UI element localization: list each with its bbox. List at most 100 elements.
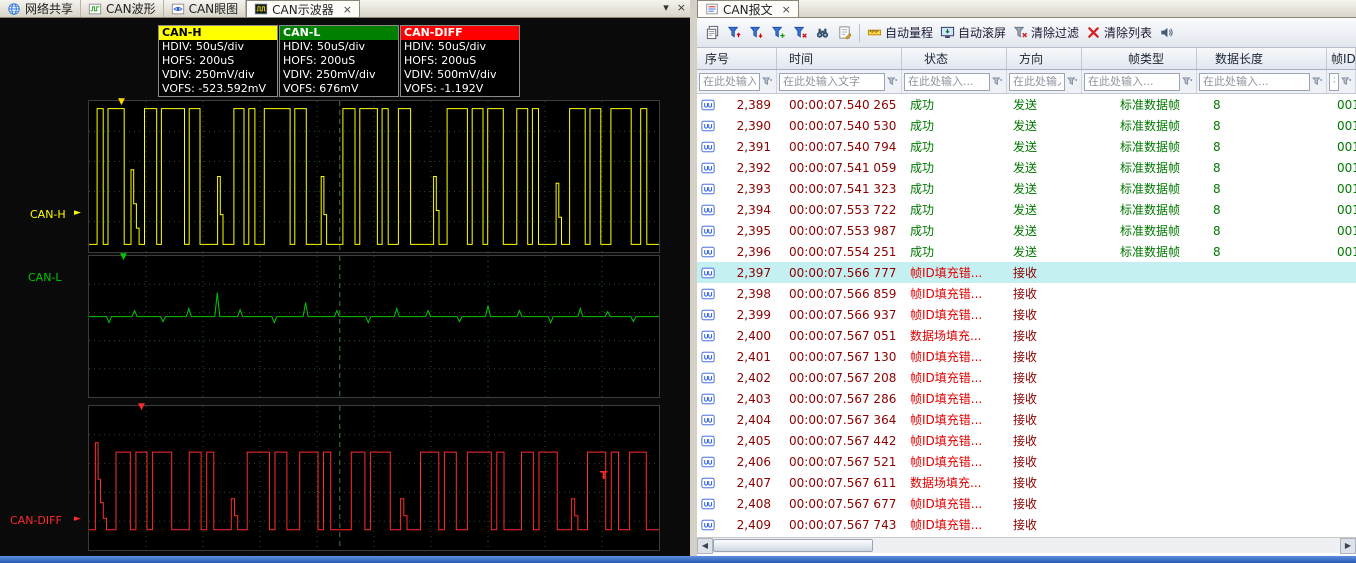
trigger-level-marker[interactable]: T (600, 470, 608, 481)
column-header-id[interactable]: 帧ID (1327, 48, 1356, 69)
cell-seq: 2,400 (697, 325, 777, 346)
table-row[interactable]: 2,39200:00:07.541 059成功发送标准数据帧8001 1 (697, 157, 1356, 178)
column-header-time[interactable]: 时间 (777, 48, 902, 69)
horizontal-scrollbar[interactable]: ◀ ▶ (697, 537, 1356, 553)
cell-frame-id (1327, 262, 1356, 283)
column-header-status[interactable]: 状态 (902, 48, 1007, 69)
scrollbar-track[interactable] (713, 538, 1340, 554)
table-row[interactable]: 2,40700:00:07.567 611数据场填充...接收 (697, 472, 1356, 493)
sound-button[interactable] (1159, 25, 1174, 40)
tab-can-messages[interactable]: CAN报文 × (697, 0, 799, 17)
filter-input-seq[interactable] (699, 73, 760, 91)
filter-input-dir[interactable] (1009, 73, 1065, 91)
pane-close-icon[interactable]: × (677, 1, 686, 14)
table-row[interactable]: 2,40900:00:07.567 743帧ID填充错...接收 (697, 514, 1356, 535)
column-header-type[interactable]: 帧类型 (1082, 48, 1197, 69)
table-row[interactable]: 2,39800:00:07.566 859帧ID填充错...接收 (697, 283, 1356, 304)
table-row[interactable]: 2,40600:00:07.567 521帧ID填充错...接收 (697, 451, 1356, 472)
table-row[interactable]: 2,40300:00:07.567 286帧ID填充错...接收 (697, 388, 1356, 409)
cell-time: 00:00:07.554 251 (777, 241, 902, 262)
auto-scroll-button[interactable]: 自动滚屏 (940, 24, 1006, 41)
copy-button[interactable] (705, 25, 720, 40)
tab-can-eye[interactable]: CAN眼图 (164, 0, 247, 17)
column-header-dir[interactable]: 方向 (1007, 48, 1082, 69)
column-header-seq[interactable]: 序号 (697, 48, 777, 69)
filter-funnel-icon[interactable] (1340, 75, 1353, 88)
cell-seq: 2,394 (697, 199, 777, 220)
cell-data-length (1197, 262, 1327, 283)
tab-close-icon[interactable]: × (782, 3, 791, 16)
cell-time: 00:00:07.553 987 (777, 220, 902, 241)
column-header-len[interactable]: 数据长度 (1197, 48, 1327, 69)
filter-input-time[interactable] (779, 73, 885, 91)
note-button[interactable] (837, 25, 852, 40)
channel-setting: VOFS: -1.192V (401, 82, 519, 96)
filter-up-button[interactable] (727, 25, 742, 40)
cell-time: 00:00:07.567 677 (777, 493, 902, 514)
channel-setting: HOFS: 200uS (280, 54, 398, 68)
filter-funnel-icon[interactable] (761, 75, 774, 88)
table-row[interactable]: 2,39100:00:07.540 794成功发送标准数据帧8001 1 (697, 136, 1356, 157)
filter-funnel-icon[interactable] (886, 75, 899, 88)
cell-status: 帧ID填充错... (902, 304, 1007, 325)
device-icon (701, 287, 715, 301)
filter-funnel-icon[interactable] (991, 75, 1004, 88)
cell-status: 成功 (902, 115, 1007, 136)
cell-data-length: 8 (1197, 94, 1327, 115)
scroll-right-button[interactable]: ▶ (1340, 538, 1356, 554)
tab-can-waveform[interactable]: CAN波形 (81, 0, 164, 17)
table-row[interactable]: 2,38900:00:07.540 265成功发送标准数据帧8001 1 (697, 94, 1356, 115)
channel-setting: HOFS: 200uS (401, 54, 519, 68)
table-row[interactable]: 2,39300:00:07.541 323成功发送标准数据帧8001 1 (697, 178, 1356, 199)
channel-info-boxes: CAN-HHDIV: 50uS/divHOFS: 200uSVDIV: 250m… (158, 25, 520, 97)
clear-filter-button[interactable]: 清除过滤 (1013, 24, 1079, 41)
cell-frame-type (1082, 262, 1197, 283)
cell-status: 成功 (902, 178, 1007, 199)
table-row[interactable]: 2,39400:00:07.553 722成功发送标准数据帧8001 1 (697, 199, 1356, 220)
table-row[interactable]: 2,39600:00:07.554 251成功发送标准数据帧8001 1 (697, 241, 1356, 262)
tab-close-icon[interactable]: × (343, 3, 352, 16)
filter-input-len[interactable] (1199, 73, 1310, 91)
cell-status: 帧ID填充错... (902, 346, 1007, 367)
filter-input-status[interactable] (904, 73, 990, 91)
table-row[interactable]: 2,40400:00:07.567 364帧ID填充错...接收 (697, 409, 1356, 430)
filter-funnel-icon[interactable] (1311, 75, 1324, 88)
scrollbar-thumb[interactable] (713, 539, 873, 552)
table-row[interactable]: 2,40800:00:07.567 677帧ID填充错...接收 (697, 493, 1356, 514)
scope-can-h (88, 100, 660, 253)
auto-range-button[interactable]: 自动量程 (867, 24, 933, 41)
table-row[interactable]: 2,40500:00:07.567 442帧ID填充错...接收 (697, 430, 1356, 451)
table-row[interactable]: 2,40100:00:07.567 130帧ID填充错...接收 (697, 346, 1356, 367)
cell-time: 00:00:07.541 059 (777, 157, 902, 178)
scroll-left-button[interactable]: ◀ (697, 538, 713, 554)
table-row[interactable]: 2,40200:00:07.567 208帧ID填充错...接收 (697, 367, 1356, 388)
filter-funnel-icon[interactable] (1181, 75, 1194, 88)
trigger-marker-can-l[interactable]: ▼ (120, 253, 127, 262)
filter-down-button[interactable] (749, 25, 764, 40)
filter-input-type[interactable] (1084, 73, 1180, 91)
table-row[interactable]: 2,39000:00:07.540 530成功发送标准数据帧8001 1 (697, 115, 1356, 136)
trigger-marker-can-diff[interactable]: ▼ (138, 403, 145, 412)
table-row[interactable]: 2,39700:00:07.566 777帧ID填充错...接收 (697, 262, 1356, 283)
filter-cell-time (777, 70, 902, 93)
axis-label-can-h: CAN-H (30, 208, 66, 221)
search-button[interactable] (815, 25, 830, 40)
filter-funnel-icon[interactable] (1066, 75, 1079, 88)
table-row[interactable]: 2,39900:00:07.566 937帧ID填充错...接收 (697, 304, 1356, 325)
filter-remove-button[interactable] (793, 25, 808, 40)
cell-seq: 2,391 (697, 136, 777, 157)
cell-status: 帧ID填充错... (902, 493, 1007, 514)
clear-list-button[interactable]: 清除列表 (1086, 24, 1152, 41)
tab-network-share[interactable]: 网络共享 (0, 0, 81, 17)
tab-can-scope[interactable]: CAN示波器× (246, 0, 360, 17)
tab-menu-icon[interactable]: ▾ (663, 1, 669, 14)
table-row[interactable]: 2,39500:00:07.553 987成功发送标准数据帧8001 1 (697, 220, 1356, 241)
filter-input-id[interactable] (1329, 73, 1339, 91)
table-row[interactable]: 2,40000:00:07.567 051数据场填充...接收 (697, 325, 1356, 346)
pane-splitter[interactable] (690, 0, 697, 556)
filter-add-button[interactable] (771, 25, 786, 40)
cell-seq: 2,395 (697, 220, 777, 241)
trigger-marker-can-h[interactable]: ▼ (118, 98, 125, 107)
tab-label: 网络共享 (25, 0, 73, 17)
globe-icon (7, 2, 21, 16)
